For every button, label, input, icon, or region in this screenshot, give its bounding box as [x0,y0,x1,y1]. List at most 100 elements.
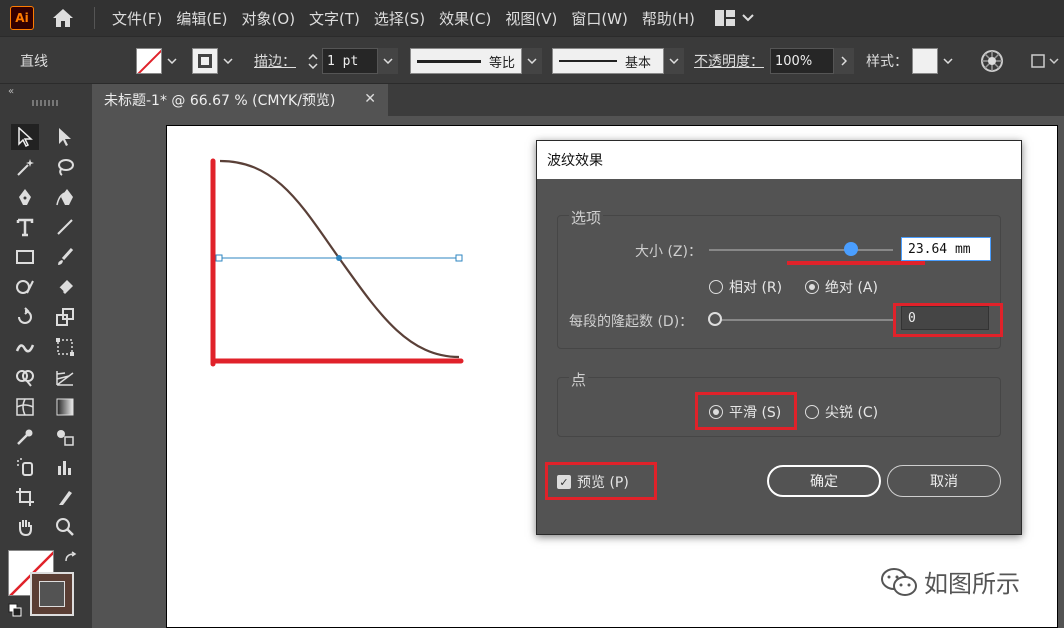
menu-item-2[interactable]: 对象(O) [235,8,303,29]
menu-item-4[interactable]: 选择(S) [367,8,432,29]
collapse-icon[interactable]: « [8,86,14,97]
anchor-point [336,255,342,261]
object-type-label: 直线 [20,54,48,70]
gradient-tool-icon[interactable] [51,394,79,420]
menu-items: 文件(F) 编辑(E) 对象(O) 文字(T) 选择(S) 效果(C) 视图(V) 窗口(W)… [105,8,702,29]
slice-tool-icon[interactable] [51,484,79,510]
blend-tool-icon[interactable] [51,424,79,450]
ridges-input[interactable]: 0 [901,306,989,330]
chevron-down-icon[interactable] [938,48,958,74]
lasso-tool-icon[interactable] [51,154,79,180]
zigzag-effect-dialog: 波纹效果 选项 大小 (Z)： 23.64 mm 相对 (R) 绝对 (A) 每… [536,140,1022,535]
default-colors-icon[interactable] [8,602,22,621]
opacity-label[interactable]: 不透明度： [694,48,764,74]
home-icon[interactable] [50,5,76,31]
mesh-tool-icon[interactable] [11,394,39,420]
app-logo: Ai [10,6,34,30]
workspace-layout-icon [714,10,735,26]
menu-item-7[interactable]: 窗口(W) [564,8,635,29]
chevron-down-icon[interactable] [378,48,398,74]
close-icon[interactable]: ✕ [364,91,376,107]
swap-colors-icon[interactable] [64,550,78,569]
pen-tool-icon[interactable] [11,184,39,210]
preview-checkbox[interactable]: ✓ 预览 (P) [557,472,629,492]
hand-tool-icon[interactable] [11,514,39,540]
watermark: 如图所示 [880,564,1020,599]
menu-item-3[interactable]: 文字(T) [302,8,367,29]
free-transform-tool-icon[interactable] [51,334,79,360]
stroke-weight-stepper[interactable]: 1 pt [304,48,398,74]
chevron-down-icon[interactable] [522,48,542,74]
menu-item-8[interactable]: 帮助(H) [635,8,702,29]
magic-wand-tool-icon[interactable] [11,154,39,180]
graphic-style-swatch[interactable] [912,48,958,74]
stepper-arrows-icon[interactable] [304,48,322,74]
direct-selection-tool-icon[interactable] [51,124,79,150]
stroke-weight-input[interactable]: 1 pt [322,48,378,74]
opacity-input[interactable]: 100% [770,48,834,74]
menu-item-6[interactable]: 视图(V) [498,8,564,29]
stroke-swatch[interactable] [192,48,238,74]
dialog-title: 波纹效果 [537,141,1021,179]
stroke-color-swatch[interactable] [30,572,74,616]
style-label: 样式： [866,54,908,70]
scale-tool-icon[interactable] [51,304,79,330]
chevron-right-icon[interactable] [834,48,854,74]
control-bar: 直线 描边： 1 pt 等比 基本 不透明度： 100% 样式： [0,36,1064,84]
chevron-down-icon[interactable] [218,48,238,74]
eraser-tool-icon[interactable] [51,274,79,300]
zoom-tool-icon[interactable] [51,514,79,540]
size-slider-thumb[interactable] [843,242,858,256]
chevron-down-icon[interactable] [162,48,182,74]
relative-radio[interactable]: 相对 (R) [709,277,782,297]
wechat-icon [881,567,917,596]
radio-off-icon [805,405,819,419]
rotate-tool-icon[interactable] [11,304,39,330]
menu-item-1[interactable]: 编辑(E) [169,8,234,29]
ridges-slider-thumb[interactable] [708,312,722,326]
corner-radio-label: 尖锐 (C) [825,405,879,421]
cancel-button[interactable]: 取消 [887,465,1001,497]
smooth-radio[interactable]: 平滑 (S) [709,402,781,422]
radio-on-icon [709,405,723,419]
chevron-down-icon[interactable] [664,48,684,74]
ok-button[interactable]: 确定 [767,465,881,497]
recolor-icon[interactable] [980,48,1004,74]
transform-icon[interactable] [1030,48,1060,74]
absolute-radio[interactable]: 绝对 (A) [805,277,878,297]
size-input[interactable]: 23.64 mm [901,237,991,261]
warp-tool-icon[interactable] [11,334,39,360]
line-segment-tool-icon[interactable] [51,214,79,240]
shape-builder-tool-icon[interactable] [11,364,39,390]
variable-width-profile[interactable]: 等比 [410,48,542,74]
menu-item-0[interactable]: 文件(F) [105,8,169,29]
column-graph-tool-icon[interactable] [51,454,79,480]
menu-bar: Ai 文件(F) 编辑(E) 对象(O) 文字(T) 选择(S) 效果(C) 视图(V) 窗口… [0,0,1064,36]
perspective-grid-tool-icon[interactable] [51,364,79,390]
ridges-slider-track[interactable] [715,319,893,321]
opacity-control[interactable]: 100% [770,48,854,74]
radio-off-icon [709,280,723,294]
menu-item-5[interactable]: 效果(C) [432,8,498,29]
symbol-sprayer-tool-icon[interactable] [11,454,39,480]
curvature-tool-icon[interactable] [51,184,79,210]
artboard-tool-icon[interactable] [11,484,39,510]
checkbox-checked-icon: ✓ [557,475,571,489]
corner-radio[interactable]: 尖锐 (C) [805,402,878,422]
brush-definition[interactable]: 基本 [552,48,684,74]
no-fill-icon [136,48,162,74]
selection-tool-icon[interactable] [11,124,39,150]
smooth-radio-label: 平滑 (S) [729,405,782,421]
brush-label: 基本 [625,55,652,71]
size-slider-track[interactable] [709,249,893,251]
document-tab[interactable]: 未标题-1* @ 66.67 % (CMYK/预览) ✕ [92,84,388,116]
type-tool-icon[interactable] [11,214,39,240]
shaper-tool-icon[interactable] [11,274,39,300]
workspace-switcher[interactable] [714,9,754,27]
rectangle-tool-icon[interactable] [11,244,39,270]
fill-swatch[interactable] [136,48,182,74]
eyedropper-tool-icon[interactable] [11,424,39,450]
paintbrush-tool-icon[interactable] [51,244,79,270]
stroke-label[interactable]: 描边： [254,48,296,74]
watermark-text: 如图所示 [924,570,1020,598]
